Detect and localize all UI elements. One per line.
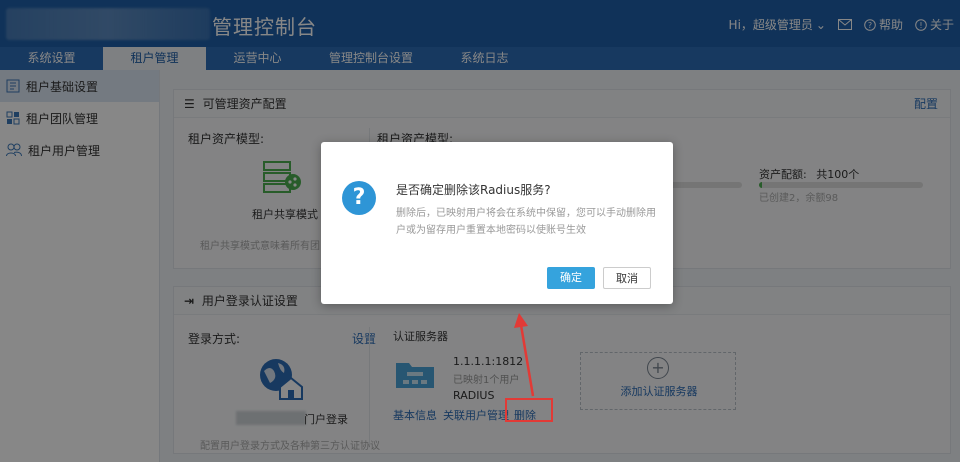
confirm-button[interactable]: 确定 (547, 267, 595, 289)
confirm-delete-dialog: ? 是否确定删除该Radius服务? 删除后，已映射用户将会在系统中保留，您可以… (321, 142, 673, 304)
dialog-description: 删除后，已映射用户将会在系统中保留，您可以手动删除用户或为留存用户重置本地密码以… (396, 208, 656, 236)
cancel-button[interactable]: 取消 (603, 267, 651, 289)
dialog-title: 是否确定删除该Radius服务? (396, 183, 551, 197)
question-icon: ? (342, 181, 376, 215)
